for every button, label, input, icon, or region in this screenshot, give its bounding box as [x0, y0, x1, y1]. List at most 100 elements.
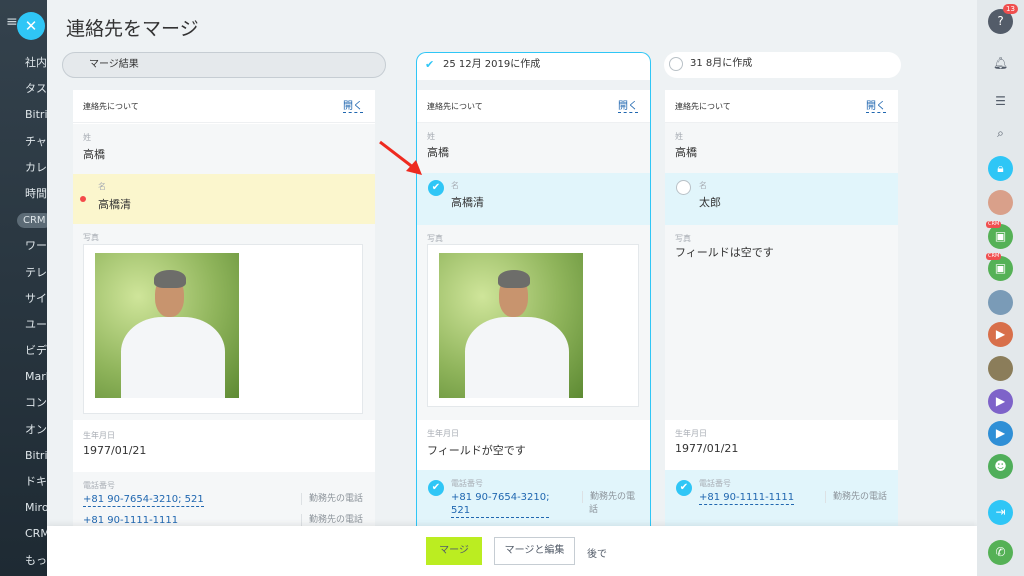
field-birthday: 生年月日 1977/01/21 — [665, 420, 898, 470]
field-photo: 写真 — [73, 224, 375, 420]
field-value: 高橋 — [83, 148, 105, 161]
phone-icon[interactable]: ✆ — [988, 540, 1013, 565]
field-birthday: 生年月日 フィールドが空です — [417, 420, 650, 470]
contact-photo — [95, 253, 239, 398]
field-label: 名 — [451, 181, 459, 190]
section-header: 連絡先について 開く — [665, 90, 898, 123]
crm-chat-icon[interactable]: ▣ CRM — [986, 221, 1013, 249]
field-first-name[interactable]: 名 太郎 — [665, 173, 898, 225]
close-icon[interactable]: ✕ — [17, 12, 45, 40]
crm-chat-icon[interactable]: ▣ CRM — [986, 253, 1013, 281]
phone-link[interactable]: 521 — [451, 504, 549, 518]
radio-button[interactable] — [669, 57, 683, 71]
section-title: 連絡先について — [675, 102, 731, 111]
field-value: フィールドは空です — [675, 246, 774, 259]
sidebar-item-label: サイ — [25, 291, 47, 305]
section-header: 連絡先について 開く — [417, 90, 650, 123]
column-b-created: 31 8月に作成 — [690, 58, 753, 69]
exit-icon[interactable]: ⇥ — [988, 500, 1013, 525]
check-icon[interactable]: ✔ — [676, 480, 692, 496]
avatar[interactable] — [988, 290, 1013, 315]
sidebar-item-label: もっ — [25, 553, 47, 567]
sidebar-item-label: ユー — [25, 317, 47, 331]
column-header-a[interactable]: ✔ 25 12月 2019に作成 — [416, 52, 651, 80]
phone-link[interactable]: +81 90-7654-3210; — [451, 491, 550, 504]
phone-link[interactable]: +81 90-1111-1111 — [699, 491, 795, 505]
sidebar-item-label: 時間 — [25, 186, 47, 200]
column-header-b[interactable]: 31 8月に作成 — [664, 52, 901, 78]
column-a-created: 25 12月 2019に作成 — [443, 59, 541, 70]
video-icon[interactable]: ▶ — [988, 421, 1013, 446]
field-value: 1977/01/21 — [675, 442, 739, 455]
check-icon: ✔ — [425, 58, 435, 71]
bell-icon[interactable]: 🔔︎ — [988, 51, 1013, 76]
field-label: 生年月日 — [83, 431, 115, 440]
field-label: 電話番号 — [83, 481, 115, 490]
field-value: 太郎 — [699, 196, 721, 209]
field-value: 高橋清 — [98, 198, 131, 211]
merge-and-edit-button[interactable]: マージと編集 — [494, 537, 575, 565]
sidebar-item-label: カレ — [25, 160, 47, 174]
chat-icon[interactable]: ☰ — [988, 89, 1013, 114]
field-photo: 写真 フィールドは空です — [665, 225, 898, 420]
section-title: 連絡先について — [427, 102, 483, 111]
field-value: 高橋清 — [451, 196, 484, 209]
footer-bar: マージ マージと編集 後で — [47, 526, 977, 576]
field-photo: 写真 — [417, 225, 650, 420]
merge-button[interactable]: マージ — [426, 537, 482, 565]
search-icon[interactable]: ⌕ — [988, 121, 1013, 146]
video-icon[interactable]: ▶ — [988, 322, 1013, 347]
merge-result-card: 連絡先について 開く 姓 高橋 名 高橋清 写真 生年月日 1977/01/21… — [73, 90, 375, 540]
radio-button[interactable] — [676, 180, 691, 195]
source-card-b: 連絡先について 開く 姓 高橋 名 太郎 写真 フィールドは空です 生年月日 1… — [665, 90, 898, 540]
sidebar-item-label: Miro — [25, 501, 49, 515]
right-bar: ? 13 🔔︎ ☰ ⌕ 🔒︎ ▣ CRM ▣ CRM ▶ ▶ ▶ ☻ ⇥ ✆ — [977, 0, 1024, 576]
sidebar-item-label: 社内 — [25, 56, 47, 69]
field-label: 電話番号 — [699, 479, 731, 488]
phone-type: 勤務先の電話 — [825, 491, 887, 503]
sidebar-item-label: オン — [25, 422, 47, 436]
field-label: 写真 — [83, 233, 99, 242]
changed-indicator — [80, 196, 86, 202]
check-icon[interactable]: ✔ — [428, 480, 444, 496]
section-title: 連絡先について — [83, 102, 139, 111]
field-label: 姓 — [83, 133, 91, 142]
lock-icon[interactable]: 🔒︎ — [988, 156, 1013, 181]
source-card-a: 連絡先について 開く 姓 高橋 ✔ 名 高橋清 写真 生年月日 フィールドが空で… — [417, 90, 650, 540]
field-label: 生年月日 — [675, 429, 707, 438]
field-last-name: 姓 高橋 — [73, 124, 375, 174]
photo-frame — [83, 244, 363, 414]
avatar[interactable] — [988, 356, 1013, 381]
open-link[interactable]: 開く — [343, 97, 363, 113]
field-label: 電話番号 — [451, 479, 483, 488]
later-button[interactable]: 後で — [587, 545, 607, 560]
field-first-name: 名 高橋清 — [73, 174, 375, 224]
phone-type: 話 — [589, 505, 599, 515]
field-label: 写真 — [427, 234, 443, 243]
phone-type: 勤務先の電 — [582, 491, 635, 503]
field-value: 高橋 — [427, 146, 449, 159]
group-icon[interactable]: ☻ — [988, 454, 1013, 479]
field-value: 高橋 — [675, 146, 697, 159]
contact-photo — [439, 253, 583, 398]
help-icon[interactable]: ? 13 — [988, 4, 1018, 34]
field-first-name[interactable]: ✔ 名 高橋清 — [417, 173, 650, 225]
sidebar-item-label: ワー — [25, 239, 47, 253]
field-last-name: 姓 高橋 — [417, 123, 650, 173]
page-title: 連絡先をマージ — [66, 18, 199, 40]
video-icon[interactable]: ▶ — [988, 389, 1013, 414]
field-label: 姓 — [427, 132, 435, 141]
notification-count: 13 — [1003, 4, 1018, 14]
phone-link[interactable]: +81 90-7654-3210; 521 — [83, 493, 204, 507]
check-icon[interactable]: ✔ — [428, 180, 444, 196]
sidebar-item-label: ビデ — [25, 344, 47, 358]
field-label: 写真 — [675, 234, 691, 243]
sidebar-item-label: Bitri — [25, 108, 48, 122]
menu-icon[interactable]: ≡ — [6, 14, 18, 30]
field-label: 名 — [699, 181, 707, 190]
field-label: 生年月日 — [427, 429, 459, 438]
open-link[interactable]: 開く — [866, 97, 886, 113]
avatar[interactable] — [988, 190, 1013, 215]
open-link[interactable]: 開く — [618, 97, 638, 113]
section-header: 連絡先について 開く — [73, 90, 375, 123]
